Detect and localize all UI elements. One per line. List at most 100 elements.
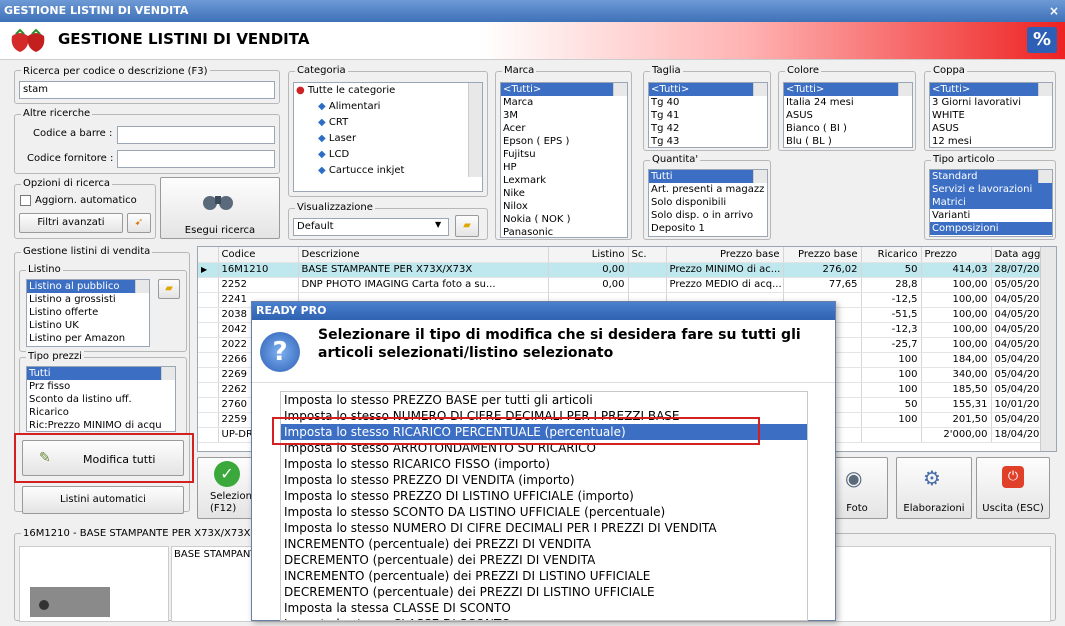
list-item[interactable]: Standard bbox=[930, 170, 1052, 183]
run-search-button[interactable]: Esegui ricerca bbox=[160, 177, 280, 239]
list-item[interactable]: ASUS bbox=[930, 122, 1052, 135]
scrollbar[interactable] bbox=[1038, 170, 1052, 183]
list-item[interactable]: Bianco ( BI ) bbox=[784, 122, 912, 135]
tree-item[interactable]: ● Tutte le categorie bbox=[294, 83, 482, 99]
tree-item[interactable]: ◆ LCD bbox=[294, 147, 482, 163]
list-item[interactable]: <Tutti> bbox=[930, 83, 1052, 96]
list-item[interactable]: DECREMENTO (percentuale) dei PREZZI DI V… bbox=[281, 552, 807, 568]
list-item[interactable]: Tg 43 bbox=[649, 135, 767, 147]
table-row[interactable]: 2252 DNP PHOTO IMAGING Carta foto a su...… bbox=[198, 277, 1056, 293]
column-header[interactable]: Ricarico bbox=[861, 247, 922, 263]
list-item[interactable]: Ricarico bbox=[27, 406, 175, 419]
list-item[interactable]: Nike bbox=[501, 187, 627, 200]
tree-item[interactable]: ◆ Cartucce inkjet bbox=[294, 163, 482, 179]
list-item[interactable]: Tg 41 bbox=[649, 109, 767, 122]
list-item[interactable]: Prz fisso bbox=[27, 380, 175, 393]
column-header[interactable]: Prezzo bbox=[921, 247, 992, 263]
list-item[interactable]: Imposta lo stesso RICARICO FISSO (import… bbox=[281, 456, 807, 472]
list-item[interactable]: Italia 24 mesi bbox=[784, 96, 912, 109]
list-item[interactable]: Tutti bbox=[649, 170, 767, 183]
list-item[interactable]: 3 Giorni lavorativi bbox=[930, 96, 1052, 109]
pricelist-list[interactable]: Listino al pubblico Listino a grossisti Li… bbox=[26, 279, 150, 347]
table-cell[interactable]: 184,00 bbox=[921, 352, 992, 368]
list-item[interactable]: Tutti bbox=[27, 367, 175, 380]
table-cell[interactable]: 155,31 bbox=[921, 397, 992, 413]
column-header[interactable]: Sc. bbox=[628, 247, 667, 263]
filter-arrow-icon[interactable]: ➹ bbox=[127, 213, 151, 233]
scrollbar[interactable] bbox=[753, 83, 767, 96]
search-input[interactable]: stam bbox=[19, 81, 275, 99]
list-item[interactable]: <Tutti> bbox=[784, 83, 912, 96]
list-item[interactable]: Imposta lo stesso SCONTO DA LISTINO UFFI… bbox=[281, 504, 807, 520]
cup-list[interactable]: <Tutti> 3 Giorni lavorativi WHITE ASUS 12 me… bbox=[929, 82, 1053, 148]
table-cell[interactable]: DNP PHOTO IMAGING Carta foto a su... bbox=[298, 277, 549, 293]
tree-item[interactable]: ◆ Alimentari bbox=[294, 99, 482, 115]
list-item[interactable]: DECREMENTO (percentuale) dei PREZZI DI L… bbox=[281, 584, 807, 600]
column-header[interactable]: Prezzo base bbox=[666, 247, 784, 263]
list-item[interactable]: Nokia ( NOK ) bbox=[501, 213, 627, 226]
list-item[interactable]: Imposta lo stesso PREZZO DI VENDITA (imp… bbox=[281, 472, 807, 488]
column-header[interactable]: Descrizione bbox=[298, 247, 549, 263]
list-item[interactable]: WHITE bbox=[930, 109, 1052, 122]
table-cell[interactable]: 16M1210 bbox=[218, 262, 299, 278]
list-item[interactable]: Matrici bbox=[930, 196, 1052, 209]
list-item[interactable]: Solo disponibili bbox=[649, 196, 767, 209]
list-item[interactable]: Lexmark bbox=[501, 174, 627, 187]
table-cell[interactable]: 2252 bbox=[218, 277, 299, 293]
table-cell[interactable]: 414,03 bbox=[921, 262, 992, 278]
list-item[interactable]: 3M bbox=[501, 109, 627, 122]
list-item[interactable]: ASUS bbox=[784, 109, 912, 122]
table-cell[interactable]: 100 bbox=[861, 412, 922, 428]
table-cell[interactable]: BASE STAMPANTE PER X73X/X73X bbox=[298, 262, 549, 278]
list-item[interactable]: Acer bbox=[501, 122, 627, 135]
tree-item[interactable]: ◆ CRT bbox=[294, 115, 482, 131]
folder-icon[interactable]: ▰ bbox=[158, 279, 180, 299]
list-item[interactable]: Art. presenti a magazz bbox=[649, 183, 767, 196]
table-cell[interactable]: 201,50 bbox=[921, 412, 992, 428]
table-cell[interactable]: 100 bbox=[861, 352, 922, 368]
list-item[interactable]: Listino offerte bbox=[27, 306, 149, 319]
processing-button[interactable]: ⚙ Elaborazioni bbox=[896, 457, 972, 519]
advanced-filters-button[interactable]: Filtri avanzati bbox=[19, 213, 123, 233]
list-item[interactable]: Tg 40 bbox=[649, 96, 767, 109]
list-item[interactable]: Panasonic bbox=[501, 226, 627, 237]
table-cell[interactable]: 100,00 bbox=[921, 277, 992, 293]
table-cell[interactable]: 50 bbox=[861, 397, 922, 413]
table-cell[interactable]: 100 bbox=[861, 367, 922, 383]
column-header[interactable]: Codice bbox=[218, 247, 299, 263]
table-cell[interactable]: 77,65 bbox=[783, 277, 862, 293]
scrollbar[interactable] bbox=[898, 83, 912, 96]
list-item[interactable]: Epson ( EPS ) bbox=[501, 135, 627, 148]
list-item[interactable]: INCREMENTO (percentuale) dei PREZZI DI V… bbox=[281, 536, 807, 552]
table-cell[interactable]: 185,50 bbox=[921, 382, 992, 398]
list-item[interactable]: Marca bbox=[501, 96, 627, 109]
table-cell[interactable]: -25,7 bbox=[861, 337, 922, 353]
list-item[interactable]: HP bbox=[501, 161, 627, 174]
column-header[interactable]: Listino bbox=[548, 247, 629, 263]
list-item[interactable]: Imposta lo stesso NUMERO DI CIFRE DECIMA… bbox=[281, 520, 807, 536]
scrollbar[interactable] bbox=[753, 170, 767, 183]
list-item[interactable]: Listino per Amazon bbox=[27, 332, 149, 345]
table-cell[interactable] bbox=[628, 277, 667, 293]
table-cell[interactable]: 0,00 bbox=[548, 262, 629, 278]
list-item[interactable]: Deposito 1 bbox=[649, 222, 767, 235]
table-cell[interactable]: 276,02 bbox=[783, 262, 862, 278]
list-item[interactable]: Listino UK bbox=[27, 319, 149, 332]
exit-button[interactable]: ⏻ Uscita (ESC) bbox=[976, 457, 1050, 519]
list-item[interactable]: Fujitsu bbox=[501, 148, 627, 161]
category-tree[interactable]: ● Tutte le categorie ◆ Alimentari ◆ CRT … bbox=[293, 82, 483, 192]
list-item[interactable]: Solo disp. o in arrivo bbox=[649, 209, 767, 222]
list-item[interactable]: Tg 42 bbox=[649, 122, 767, 135]
table-row[interactable]: ▶ 16M1210 BASE STAMPANTE PER X73X/X73X 0,00… bbox=[198, 262, 1056, 278]
table-cell[interactable]: 2'000,00 bbox=[921, 427, 992, 443]
scrollbar[interactable] bbox=[468, 83, 482, 177]
table-cell[interactable]: Prezzo MEDIO di acq... bbox=[666, 277, 784, 293]
list-item[interactable]: INCREMENTO (percentuale) dei PREZZI DI L… bbox=[281, 568, 807, 584]
scrollbar[interactable] bbox=[1038, 83, 1052, 96]
barcode-input[interactable] bbox=[117, 126, 275, 144]
scrollbar[interactable] bbox=[161, 367, 175, 380]
auto-pricelists-button[interactable]: Listini automatici bbox=[22, 486, 184, 514]
auto-update-checkbox[interactable] bbox=[20, 195, 31, 206]
folder-icon[interactable]: ▰ bbox=[455, 215, 479, 237]
table-cell[interactable]: 50 bbox=[861, 262, 922, 278]
